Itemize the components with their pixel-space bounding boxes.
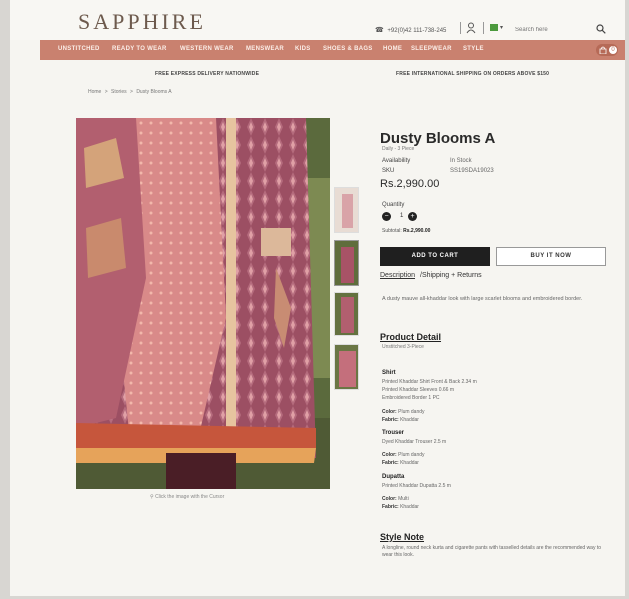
product-detail-sub: Unstitched 3-Piece xyxy=(382,344,424,350)
promo-delivery: FREE EXPRESS DELIVERY NATIONWIDE xyxy=(155,71,260,77)
breadcrumb-stories[interactable]: Stories xyxy=(111,89,127,95)
thumbnail-3[interactable] xyxy=(334,292,359,336)
nav-item-menswear[interactable]: MENSWEAR xyxy=(246,46,284,52)
phone-number: ☎ +92(0)42 111-738-245 xyxy=(375,26,446,34)
main-nav: UNSTITCHED READY TO WEAR WESTERN WEAR ME… xyxy=(40,40,625,60)
nav-item-ready-to-wear[interactable]: READY TO WEAR xyxy=(112,46,167,52)
breadcrumb-current: Dusty Blooms A xyxy=(136,89,172,95)
user-icon[interactable] xyxy=(466,22,476,34)
shirt-line: Printed Khaddar Sleeves 0.66 m xyxy=(382,387,454,393)
fabric-value: Khaddar xyxy=(400,417,419,423)
promo-international: FREE INTERNATIONAL SHIPPING ON ORDERS AB… xyxy=(396,71,550,77)
top-bar: SAPPHIRE ☎ +92(0)42 111-738-245 ▾ xyxy=(10,0,625,40)
country-flag-icon[interactable] xyxy=(490,24,498,31)
product-detail-heading: Product Detail xyxy=(380,332,442,342)
shirt-title: Shirt xyxy=(382,370,396,376)
zoom-hint: ⚲ Click the image with the Cursor xyxy=(150,494,224,500)
fabric-value: Khaddar xyxy=(400,504,419,510)
color-label: Color: xyxy=(382,409,397,415)
subtotal: Subtotal: Rs.2,990.00 xyxy=(382,228,430,234)
quantity-label: Quantity xyxy=(382,202,405,208)
product-main-image[interactable] xyxy=(76,118,330,489)
nav-item-kids[interactable]: KIDS xyxy=(295,46,311,52)
shirt-line: Embroidered Border 1 PC xyxy=(382,395,440,401)
fabric-label: Fabric: xyxy=(382,417,399,423)
thumbnail-1[interactable] xyxy=(334,187,359,233)
availability-label: Availability xyxy=(382,158,411,164)
fabric-label: Fabric: xyxy=(382,460,399,466)
thumbnail-image xyxy=(335,293,358,335)
thumbnail-4[interactable] xyxy=(334,344,359,390)
nav-item-shoes-bags[interactable]: SHOES & BAGS xyxy=(323,46,373,52)
cart-button[interactable]: 0 xyxy=(596,44,618,56)
zoom-hint-text: Click the image with the Cursor xyxy=(155,494,225,500)
color-label: Color: xyxy=(382,452,397,458)
product-title: Dusty Blooms A xyxy=(380,130,496,147)
chevron-down-icon[interactable]: ▾ xyxy=(500,24,503,31)
buy-it-now-button[interactable]: BUY IT NOW xyxy=(496,247,606,266)
quantity-value[interactable]: 1 xyxy=(400,213,403,219)
nav-item-style[interactable]: STYLE xyxy=(463,46,484,52)
thumbnail-image xyxy=(335,188,358,232)
breadcrumb: Home > Stories > Dusty Blooms A xyxy=(88,89,174,95)
color-value: Plum dandy xyxy=(398,452,425,458)
dupatta-fabric: Fabric: Khaddar xyxy=(382,504,419,510)
thumbnail-2[interactable] xyxy=(334,240,359,286)
trouser-title: Trouser xyxy=(382,430,405,436)
phone-text: +92(0)42 111-738-245 xyxy=(387,28,447,34)
product-price: Rs.2,990.00 xyxy=(380,178,440,190)
add-to-cart-button[interactable]: ADD TO CART xyxy=(380,247,490,266)
dupatta-color: Color: Multi xyxy=(382,496,409,502)
breadcrumb-separator: > xyxy=(104,89,108,95)
breadcrumb-separator: > xyxy=(130,89,133,95)
trouser-fabric: Fabric: Khaddar xyxy=(382,460,419,466)
tab-description[interactable]: Description xyxy=(380,272,415,279)
product-photo xyxy=(76,118,330,489)
product-subtitle: Daily - 3 Piece xyxy=(382,146,415,152)
quantity-decrease-button[interactable]: − xyxy=(382,212,391,221)
nav-item-unstitched[interactable]: UNSTITCHED xyxy=(58,46,100,52)
dupatta-line: Printed Khaddar Dupatta 2.5 m xyxy=(382,483,451,489)
fabric-value: Khaddar xyxy=(400,460,419,466)
style-note-heading: Style Note xyxy=(380,532,425,542)
nav-item-sleepwear[interactable]: SLEEPWEAR xyxy=(411,46,452,52)
quantity-increase-button[interactable]: + xyxy=(408,212,417,221)
shirt-fabric: Fabric: Khaddar xyxy=(382,417,419,423)
style-note-text: A longline, round neck kurta and cigaret… xyxy=(382,545,602,558)
fabric-label: Fabric: xyxy=(382,504,399,510)
availability-value: In Stock xyxy=(450,158,472,164)
sku-label: SKU xyxy=(382,168,395,174)
phone-icon: ☎ xyxy=(375,27,384,34)
divider xyxy=(460,22,461,34)
shopping-bag-icon xyxy=(599,46,607,54)
trouser-color: Color: Plum dandy xyxy=(382,452,425,458)
shirt-color: Color: Plum dandy xyxy=(382,409,425,415)
product-description: A dusty mauve all-khaddar look with larg… xyxy=(382,296,583,302)
dupatta-title: Dupatta xyxy=(382,474,405,480)
nav-item-home[interactable]: HOME xyxy=(383,46,402,52)
color-value: Multi xyxy=(398,496,409,502)
thumbnail-image xyxy=(335,241,358,285)
search-icon[interactable] xyxy=(596,24,606,34)
subtotal-value: Rs.2,990.00 xyxy=(403,228,431,234)
screen: SAPPHIRE ☎ +92(0)42 111-738-245 ▾ UNSTIT… xyxy=(10,0,625,596)
breadcrumb-home[interactable]: Home xyxy=(88,89,101,95)
site-logo[interactable]: SAPPHIRE xyxy=(78,9,206,35)
color-value: Plum dandy xyxy=(398,409,425,415)
zoom-icon: ⚲ xyxy=(150,494,154,500)
color-label: Color: xyxy=(382,496,397,502)
thumbnail-image xyxy=(335,345,358,389)
divider xyxy=(483,22,484,34)
sku-value: SS19SDA19023 xyxy=(450,168,494,174)
search-input[interactable] xyxy=(515,25,585,35)
trouser-line: Dyed Khaddar Trouser 2.5 m xyxy=(382,439,447,445)
shirt-line: Printed Khaddar Shirt Front & Back 2.34 … xyxy=(382,379,477,385)
nav-item-western-wear[interactable]: WESTERN WEAR xyxy=(180,46,234,52)
cart-count: 0 xyxy=(609,46,617,54)
tab-shipping-returns[interactable]: /Shipping + Returns xyxy=(420,272,482,279)
subtotal-label: Subtotal: xyxy=(382,228,402,234)
